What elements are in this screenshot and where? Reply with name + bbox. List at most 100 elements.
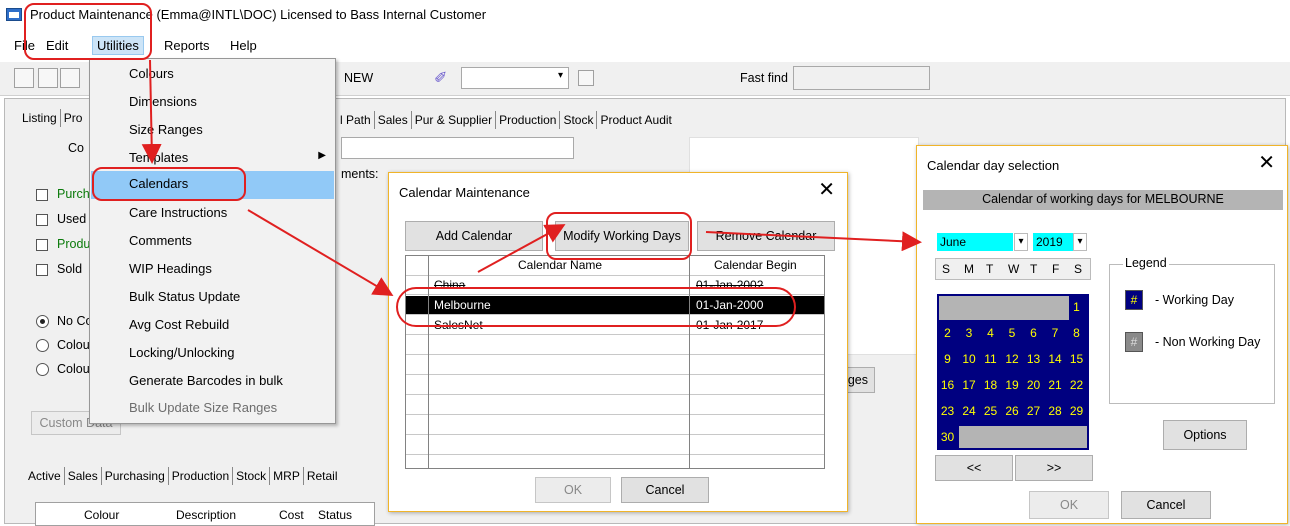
calendar-day[interactable]: 16 bbox=[939, 378, 956, 392]
tab-mrp[interactable]: MRP bbox=[269, 467, 303, 485]
prev-month-button[interactable]: << bbox=[935, 455, 1013, 481]
menu-reports[interactable]: Reports bbox=[164, 38, 210, 53]
tab-stock-bottom[interactable]: Stock bbox=[232, 467, 269, 485]
menu-item-care-instructions[interactable]: Care Instructions bbox=[91, 200, 334, 228]
legend-title: Legend bbox=[1123, 256, 1169, 270]
menu-utilities[interactable]: Utilities bbox=[92, 36, 144, 55]
menu-item-templates[interactable]: Templates ▶ bbox=[91, 145, 334, 173]
calendar-day[interactable]: 7 bbox=[1047, 326, 1064, 340]
menu-item-colours[interactable]: Colours bbox=[91, 61, 334, 89]
menu-item-calendars[interactable]: Calendars bbox=[91, 171, 334, 199]
calendar-day[interactable]: 18 bbox=[982, 378, 999, 392]
save-icon[interactable] bbox=[38, 68, 58, 88]
add-calendar-button[interactable]: Add Calendar bbox=[405, 221, 543, 251]
calendar-day[interactable]: 22 bbox=[1068, 378, 1085, 392]
chevron-down-icon[interactable]: ▾ bbox=[1014, 233, 1028, 251]
menu-item-size-ranges[interactable]: Size Ranges bbox=[91, 117, 334, 145]
calendar-day[interactable]: 26 bbox=[1004, 404, 1021, 418]
code-input[interactable] bbox=[341, 137, 574, 159]
close-icon[interactable]: ✕ bbox=[1258, 150, 1275, 174]
cancel-button[interactable]: Cancel bbox=[621, 477, 709, 503]
sold-checkbox[interactable] bbox=[36, 264, 48, 276]
calendar-day[interactable]: 3 bbox=[961, 326, 978, 340]
calendar-day[interactable]: 15 bbox=[1068, 352, 1085, 366]
new-record-icon[interactable] bbox=[14, 68, 34, 88]
tab-product[interactable]: Pro bbox=[59, 109, 86, 127]
options-button[interactable]: Options bbox=[1163, 420, 1247, 450]
calendar-day[interactable]: 4 bbox=[982, 326, 999, 340]
produced-checkbox[interactable] bbox=[36, 239, 48, 251]
calendar-day[interactable]: 1 bbox=[1068, 300, 1085, 314]
tab-active[interactable]: Active bbox=[25, 467, 64, 485]
calendar-day[interactable]: 20 bbox=[1025, 378, 1042, 392]
calendar-day[interactable]: 28 bbox=[1047, 404, 1064, 418]
tab-product-audit[interactable]: Product Audit bbox=[596, 111, 674, 129]
calendar-day[interactable]: 30 bbox=[939, 430, 956, 444]
tab-production-bottom[interactable]: Production bbox=[167, 467, 232, 485]
menu-item-wip-headings[interactable]: WIP Headings bbox=[91, 256, 334, 284]
tab-sales[interactable]: Sales bbox=[373, 111, 411, 129]
ok-button[interactable]: OK bbox=[1029, 491, 1109, 519]
calendar-day[interactable]: 14 bbox=[1047, 352, 1064, 366]
calendar-day[interactable]: 9 bbox=[939, 352, 956, 366]
menu-file[interactable]: File bbox=[14, 38, 35, 53]
wand-icon[interactable]: ✐ bbox=[434, 68, 454, 88]
table-row-selected[interactable]: Melbourne 01-Jan-2000 bbox=[406, 296, 824, 315]
calendar-day[interactable]: 29 bbox=[1068, 404, 1085, 418]
record-select[interactable] bbox=[461, 67, 569, 89]
calendar-day[interactable]: 2 bbox=[939, 326, 956, 340]
save-all-icon[interactable] bbox=[60, 68, 80, 88]
calendar-day[interactable]: 5 bbox=[1004, 326, 1021, 340]
weekday-sun: S bbox=[942, 262, 951, 276]
calendar-day[interactable]: 17 bbox=[961, 378, 978, 392]
tab-listing[interactable]: Listing bbox=[19, 109, 60, 127]
tab-sales-bottom[interactable]: Sales bbox=[63, 467, 101, 485]
chevron-down-icon[interactable]: ▾ bbox=[1073, 233, 1087, 251]
colour-radio-2[interactable] bbox=[36, 363, 49, 376]
menu-help[interactable]: Help bbox=[230, 38, 257, 53]
menu-item-bulk-status-update[interactable]: Bulk Status Update bbox=[91, 284, 334, 312]
tab-production[interactable]: Production bbox=[495, 111, 559, 129]
calendar-day[interactable]: 24 bbox=[961, 404, 978, 418]
calendar-day-grid[interactable]: 1 2 3 4 5 6 7 8 9 10 11 12 13 14 15 16 17 18 19 20 21 22 23 24 2… bbox=[937, 294, 1089, 450]
calendar-day[interactable]: 10 bbox=[961, 352, 978, 366]
colour-radio-1[interactable] bbox=[36, 339, 49, 352]
cancel-button[interactable]: Cancel bbox=[1121, 491, 1211, 519]
calendar-day[interactable]: 27 bbox=[1025, 404, 1042, 418]
calendar-day[interactable]: 12 bbox=[1004, 352, 1021, 366]
year-select[interactable]: 2019 bbox=[1033, 233, 1073, 251]
menu-item-generate-barcodes[interactable]: Generate Barcodes in bulk bbox=[91, 368, 334, 396]
purchased-checkbox[interactable] bbox=[36, 189, 48, 201]
calendar-day[interactable]: 23 bbox=[939, 404, 956, 418]
menu-item-comments[interactable]: Comments bbox=[91, 228, 334, 256]
modify-working-days-button[interactable]: Modify Working Days bbox=[555, 221, 689, 251]
remove-calendar-button[interactable]: Remove Calendar bbox=[697, 221, 835, 251]
next-month-button[interactable]: >> bbox=[1015, 455, 1093, 481]
ok-button[interactable]: OK bbox=[535, 477, 611, 503]
month-select[interactable]: June bbox=[937, 233, 1013, 251]
calendar-day[interactable]: 13 bbox=[1025, 352, 1042, 366]
menu-edit[interactable]: Edit bbox=[46, 38, 68, 53]
tab-path[interactable]: l Path bbox=[337, 111, 374, 129]
tab-pur-supplier[interactable]: Pur & Supplier bbox=[410, 111, 495, 129]
menu-item-avg-cost-rebuild[interactable]: Avg Cost Rebuild bbox=[91, 312, 334, 340]
tree-icon[interactable] bbox=[578, 70, 594, 86]
calendar-day[interactable]: 11 bbox=[982, 352, 999, 366]
table-row[interactable]: SalesNet 01-Jan-2017 bbox=[406, 316, 824, 335]
tab-retail[interactable]: Retail bbox=[302, 467, 341, 485]
used-checkbox[interactable] bbox=[36, 214, 48, 226]
tab-purchasing[interactable]: Purchasing bbox=[100, 467, 168, 485]
no-colour-radio[interactable] bbox=[36, 315, 49, 328]
fast-find-input[interactable] bbox=[793, 66, 930, 90]
chevron-down-icon[interactable]: ▾ bbox=[558, 70, 563, 81]
menu-item-dimensions[interactable]: Dimensions bbox=[91, 89, 334, 117]
calendar-day[interactable]: 21 bbox=[1047, 378, 1064, 392]
table-row[interactable]: China 01-Jan-2002 bbox=[406, 276, 824, 295]
tab-stock[interactable]: Stock bbox=[559, 111, 596, 129]
menu-item-locking-unlocking[interactable]: Locking/Unlocking bbox=[91, 340, 334, 368]
calendar-day[interactable]: 8 bbox=[1068, 326, 1085, 340]
close-icon[interactable]: ✕ bbox=[818, 177, 835, 201]
calendar-day[interactable]: 19 bbox=[1004, 378, 1021, 392]
calendar-day[interactable]: 25 bbox=[982, 404, 999, 418]
calendar-day[interactable]: 6 bbox=[1025, 326, 1042, 340]
